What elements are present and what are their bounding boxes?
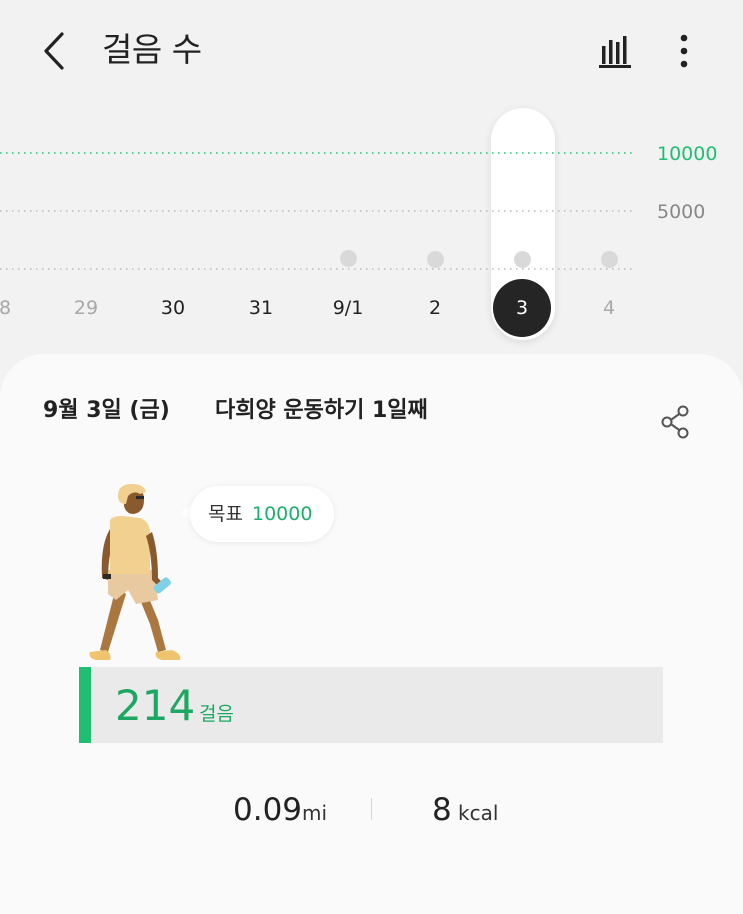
date-label[interactable]: 31 (231, 296, 291, 320)
date-label[interactable]: 8 (0, 296, 35, 320)
date-label[interactable]: 29 (56, 296, 116, 320)
day-bar-dot (514, 251, 531, 268)
day-bar-dot (427, 251, 444, 268)
chevron-left-icon (44, 32, 64, 70)
calories-unit: kcal (458, 801, 499, 825)
calories-value: 8 (432, 792, 452, 828)
page-title: 걸음 수 (102, 30, 202, 69)
selected-date[interactable]: 3 (493, 279, 551, 337)
more-vertical-icon (680, 34, 688, 68)
more-options-button[interactable] (664, 28, 704, 74)
day-bar-dot (340, 250, 357, 267)
stat-divider (371, 798, 372, 820)
share-button[interactable] (656, 402, 696, 442)
distance-unit: mi (302, 801, 328, 825)
steps-unit: 걸음 (199, 703, 234, 725)
date-label[interactable]: 9/1 (318, 296, 378, 320)
goal-value: 10000 (252, 503, 313, 525)
challenge-title: 다희양 운동하기 1일째 (215, 398, 428, 423)
date-label[interactable]: 4 (579, 296, 639, 320)
goal-label: 목표 (208, 503, 243, 525)
bar-chart-icon (599, 36, 631, 68)
goal-axis-label: 10000 (657, 143, 718, 165)
date-label[interactable]: 2 (405, 296, 465, 320)
steps-count: 214 (115, 681, 196, 730)
share-icon (661, 405, 689, 439)
date-label[interactable]: 30 (143, 296, 203, 320)
summary-date: 9월 3일 (금) (43, 398, 170, 423)
chart-view-button[interactable] (592, 28, 638, 74)
back-button[interactable] (30, 26, 80, 76)
day-bar-dot (601, 251, 618, 268)
steps-progress-fill (79, 667, 91, 743)
distance-value: 0.09 (233, 792, 303, 828)
mid-axis-label: 5000 (657, 201, 706, 223)
